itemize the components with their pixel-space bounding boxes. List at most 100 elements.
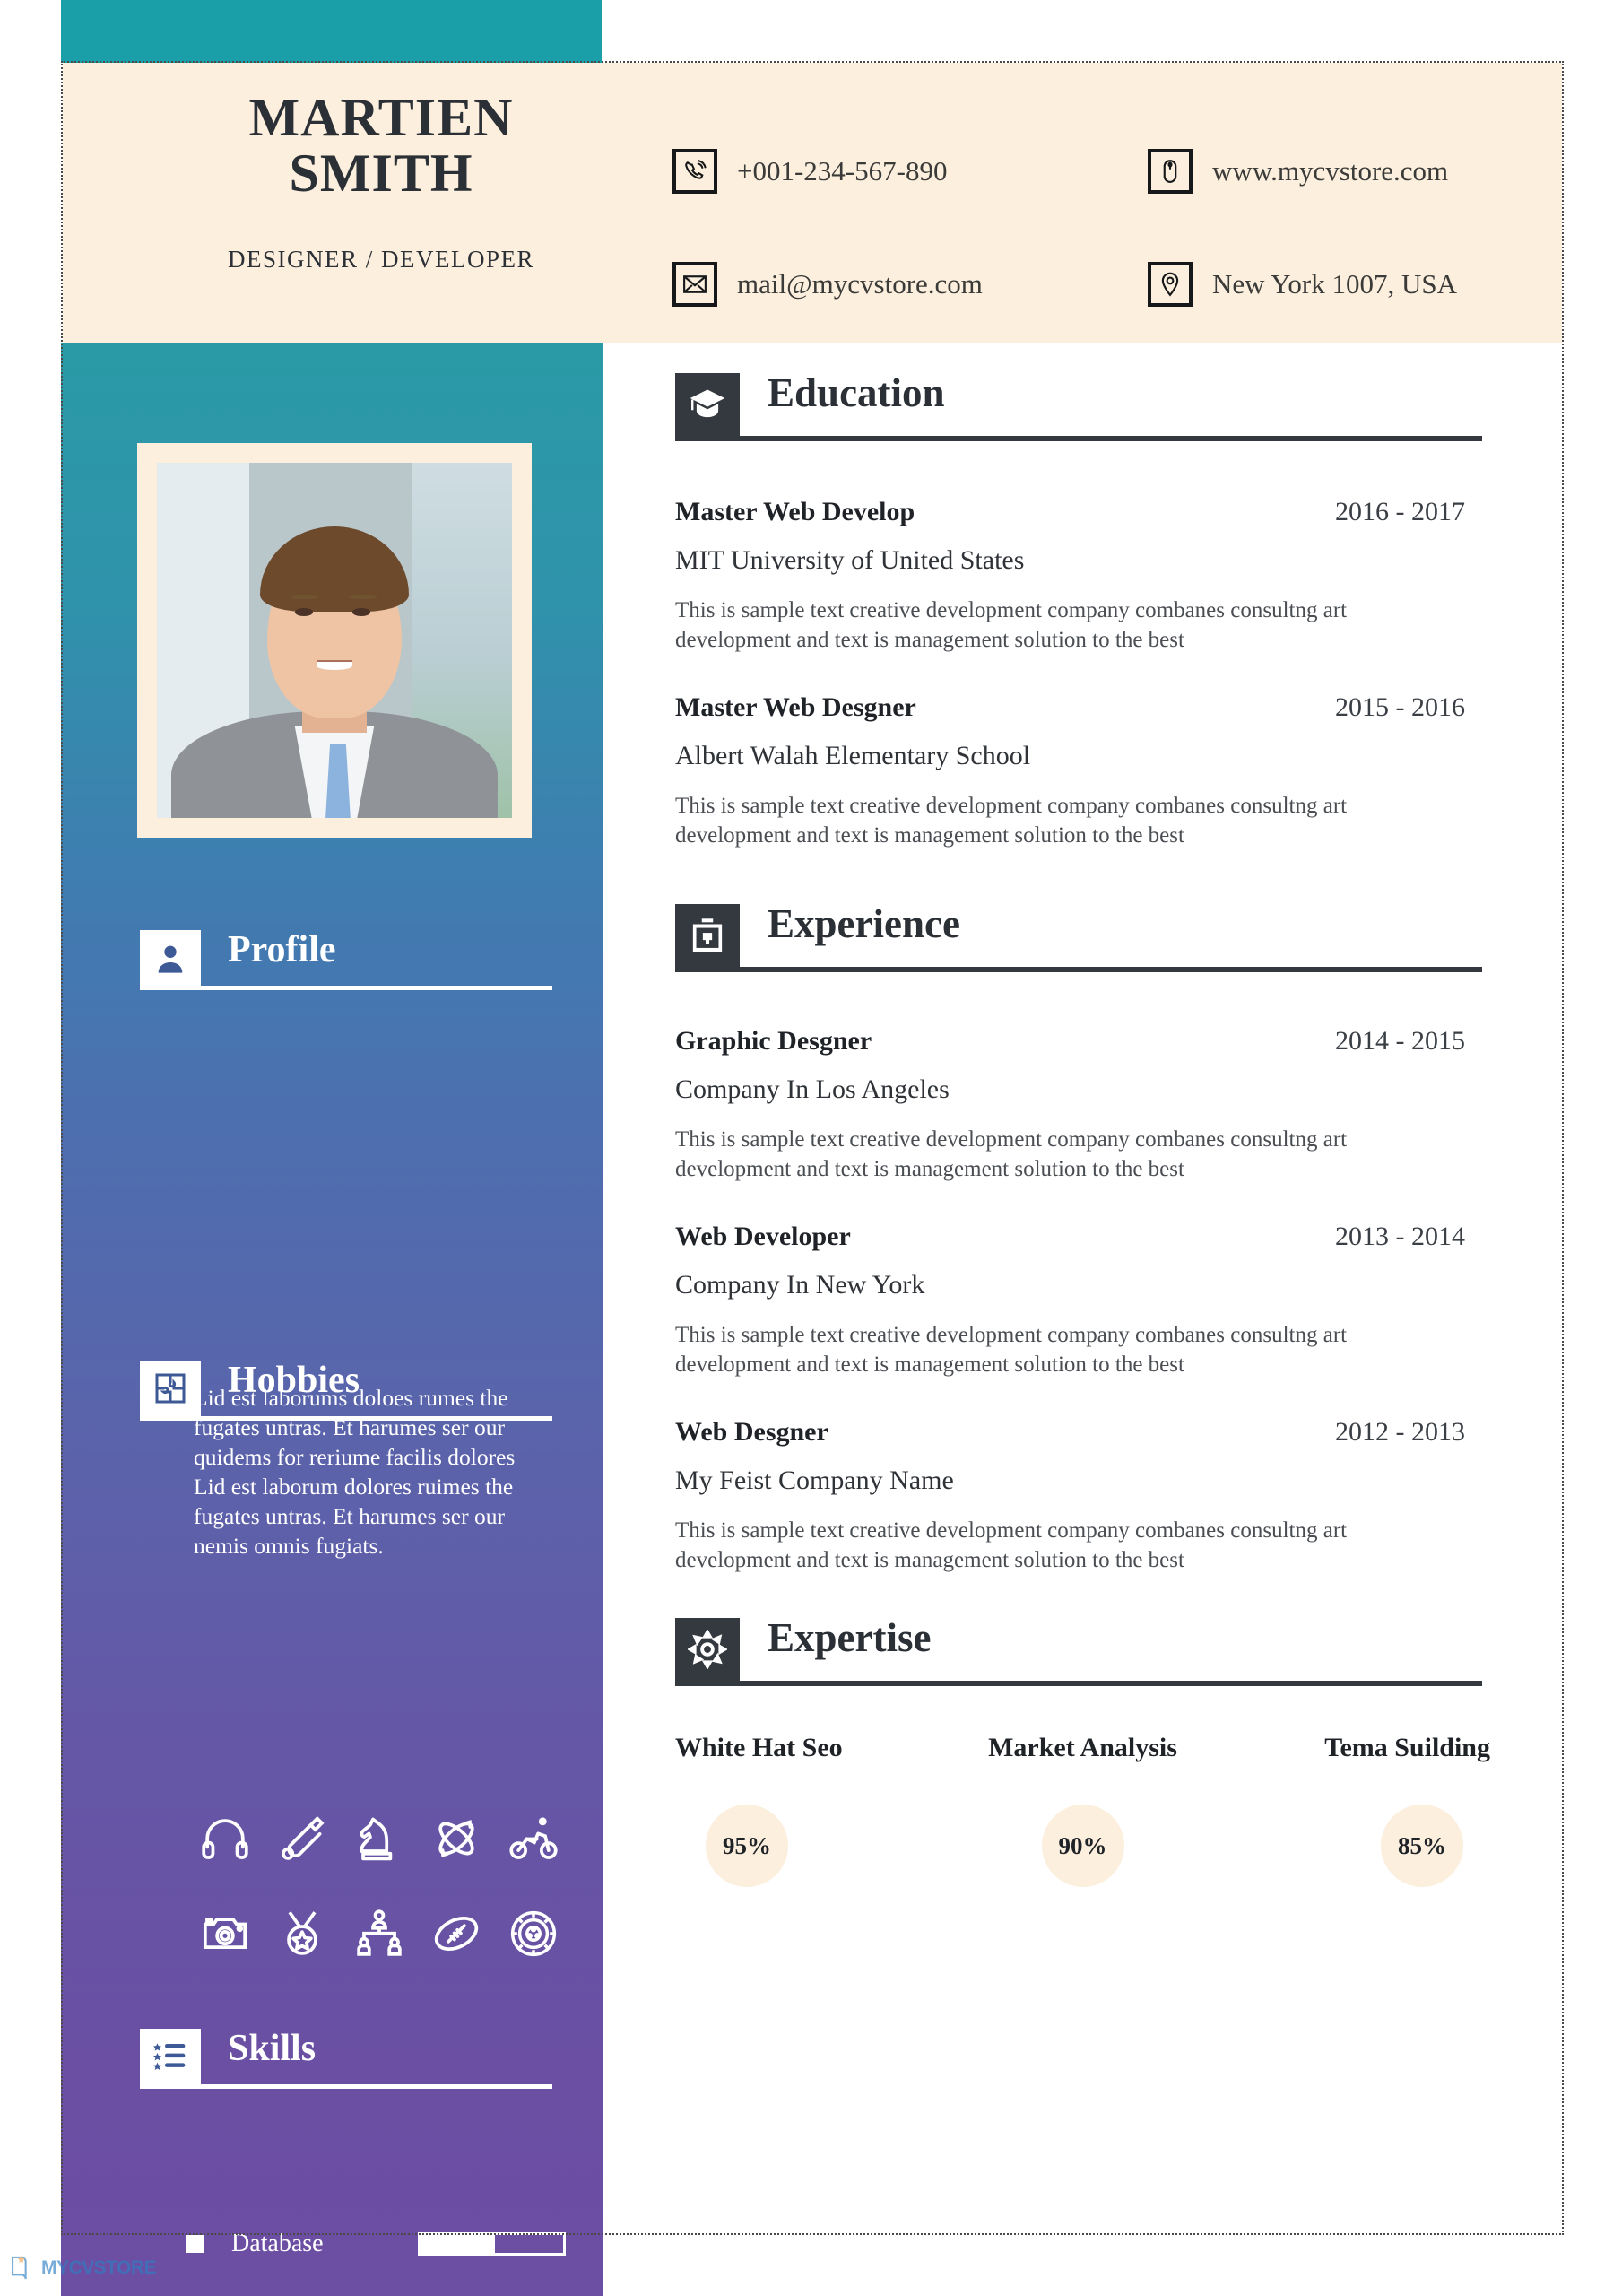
contact-website[interactable]: www.mycvstore.com (1148, 115, 1533, 228)
website-value: www.mycvstore.com (1212, 155, 1449, 187)
person-card-icon (140, 930, 201, 986)
football-icon (418, 1909, 495, 1959)
job-role: DESIGNER / DEVELOPER (228, 246, 534, 273)
profile-divider (140, 986, 552, 990)
team-network-icon (341, 1909, 418, 1959)
main-content: Education Master Web Develop 2016 - 2017… (603, 343, 1562, 2235)
experience-entry: Web Developer 2013 - 2014 Company In New… (603, 1222, 1562, 1379)
hobbies-divider (140, 1416, 552, 1421)
section-expertise: Expertise (603, 1615, 1562, 1695)
email-value: mail@mycvstore.com (737, 268, 983, 300)
medal-icon (264, 1909, 341, 1959)
sidebar: Profile Lid est laborums doloes rumes th… (61, 343, 603, 2296)
profile-photo-frame (137, 443, 532, 838)
entry-title: Graphic Desgner (675, 1026, 872, 1056)
atom-orbit-icon (418, 1813, 495, 1864)
entry-date: 2012 - 2013 (1335, 1417, 1465, 1447)
skill-label: Database (231, 2230, 324, 2257)
entry-title: Master Web Develop (675, 497, 915, 526)
bullet-icon (186, 2235, 204, 2253)
cricket-bat-icon (264, 1813, 341, 1864)
envelope-icon (672, 262, 717, 307)
expertise-title: Expertise (768, 1615, 932, 1660)
expertise-label: Market Analysis (988, 1733, 1177, 1762)
expertise-percent: 95% (706, 1805, 788, 1887)
phone-value: +001-234-567-890 (737, 155, 948, 187)
entry-date: 2015 - 2016 (1335, 692, 1465, 722)
hobbies-icon-grid (186, 1813, 572, 1959)
entry-desc: This is sample text creative development… (675, 794, 1348, 848)
camera-icon (186, 1909, 264, 1959)
sidebar-section-skills: Skills (140, 2028, 552, 2092)
expertise-item: Market Analysis 90% (947, 1733, 1219, 1887)
expertise-item: White Hat Seo 95% (675, 1733, 947, 1887)
entry-date: 2016 - 2017 (1335, 497, 1465, 526)
education-entry: Master Web Develop 2016 - 2017 MIT Unive… (603, 497, 1562, 655)
experience-title: Experience (768, 901, 960, 946)
contact-email[interactable]: mail@mycvstore.com (672, 228, 1148, 341)
expertise-item: Tema Suilding 85% (1219, 1733, 1490, 1887)
header: MARTIEN SMITH DESIGNER / DEVELOPER +001-… (63, 63, 1562, 343)
puzzle-icon (140, 1361, 201, 1416)
education-entry: Master Web Desgner 2015 - 2016 Albert Wa… (603, 692, 1562, 850)
mycvstore-watermark: MYCVSTORE (9, 2253, 157, 2283)
contact-location[interactable]: New York 1007, USA (1148, 228, 1533, 341)
entry-org: Albert Walah Elementary School (675, 741, 1031, 770)
entry-desc: This is sample text creative development… (675, 1518, 1348, 1572)
expertise-percent: 85% (1381, 1805, 1463, 1887)
skills-title: Skills (228, 2028, 317, 2069)
expertise-percent: 90% (1041, 1805, 1124, 1887)
entry-title: Master Web Desgner (675, 692, 916, 722)
phone-icon (672, 149, 717, 194)
hobbies-title: Hobbies (228, 1360, 360, 1401)
mouse-icon (1148, 149, 1193, 194)
chess-knight-icon (341, 1813, 418, 1864)
cyclist-icon (495, 1813, 572, 1864)
entry-desc: This is sample text creative development… (675, 1323, 1348, 1377)
header-teal-accent (61, 0, 602, 63)
experience-entry: Graphic Desgner 2014 - 2015 Company In L… (603, 1026, 1562, 1184)
expertise-label: Tema Suilding (1324, 1733, 1490, 1762)
skills-list: Database Java Script HTML/PHT Branding J (186, 2222, 590, 2296)
expertise-divider (675, 1681, 1482, 1686)
contact-phone[interactable]: +001-234-567-890 (672, 115, 1148, 228)
experience-divider (675, 967, 1482, 972)
entry-org: My Feist Company Name (675, 1465, 954, 1495)
graduation-cap-icon (675, 373, 740, 436)
location-value: New York 1007, USA (1212, 268, 1458, 300)
entry-date: 2014 - 2015 (1335, 1026, 1465, 1056)
section-experience: Experience (603, 901, 1562, 981)
entry-org: MIT University of United States (675, 545, 1025, 575)
headphones-icon (186, 1813, 264, 1864)
star-list-icon (140, 2029, 201, 2084)
profile-title: Profile (228, 929, 336, 970)
location-pin-icon (1148, 262, 1193, 307)
sidebar-section-profile: Profile (140, 929, 552, 993)
name-block: MARTIEN SMITH DESIGNER / DEVELOPER (161, 90, 601, 274)
last-name: SMITH (289, 144, 473, 203)
entry-desc: This is sample text creative development… (675, 598, 1348, 652)
section-education: Education (603, 370, 1562, 450)
skill-progress-bar (418, 2232, 566, 2256)
briefcase-icon (675, 904, 740, 967)
skills-divider (140, 2084, 552, 2089)
watermark-text: MYCVSTORE (41, 2257, 157, 2278)
entry-org: Company In New York (675, 1270, 925, 1300)
entry-title: Web Desgner (675, 1417, 828, 1447)
entry-desc: This is sample text creative development… (675, 1127, 1348, 1181)
entry-title: Web Developer (675, 1222, 851, 1251)
experience-entry: Web Desgner 2012 - 2013 My Feist Company… (603, 1417, 1562, 1575)
tire-wheel-icon (495, 1909, 572, 1959)
entry-date: 2013 - 2014 (1335, 1222, 1465, 1251)
skill-row: Database (186, 2222, 590, 2266)
expertise-label: White Hat Seo (675, 1733, 843, 1762)
education-title: Education (768, 370, 945, 415)
sidebar-section-hobbies: Hobbies (140, 1360, 552, 1423)
expertise-list: White Hat Seo 95% Market Analysis 90% Te… (603, 1733, 1562, 1887)
resume-page: MARTIEN SMITH DESIGNER / DEVELOPER +001-… (0, 0, 1622, 2296)
first-name: MARTIEN (248, 88, 514, 147)
entry-org: Company In Los Angeles (675, 1074, 950, 1104)
contact-list: +001-234-567-890 www.mycvstore.com mail@… (672, 115, 1533, 341)
gear-icon (675, 1618, 740, 1681)
avatar (157, 463, 512, 818)
